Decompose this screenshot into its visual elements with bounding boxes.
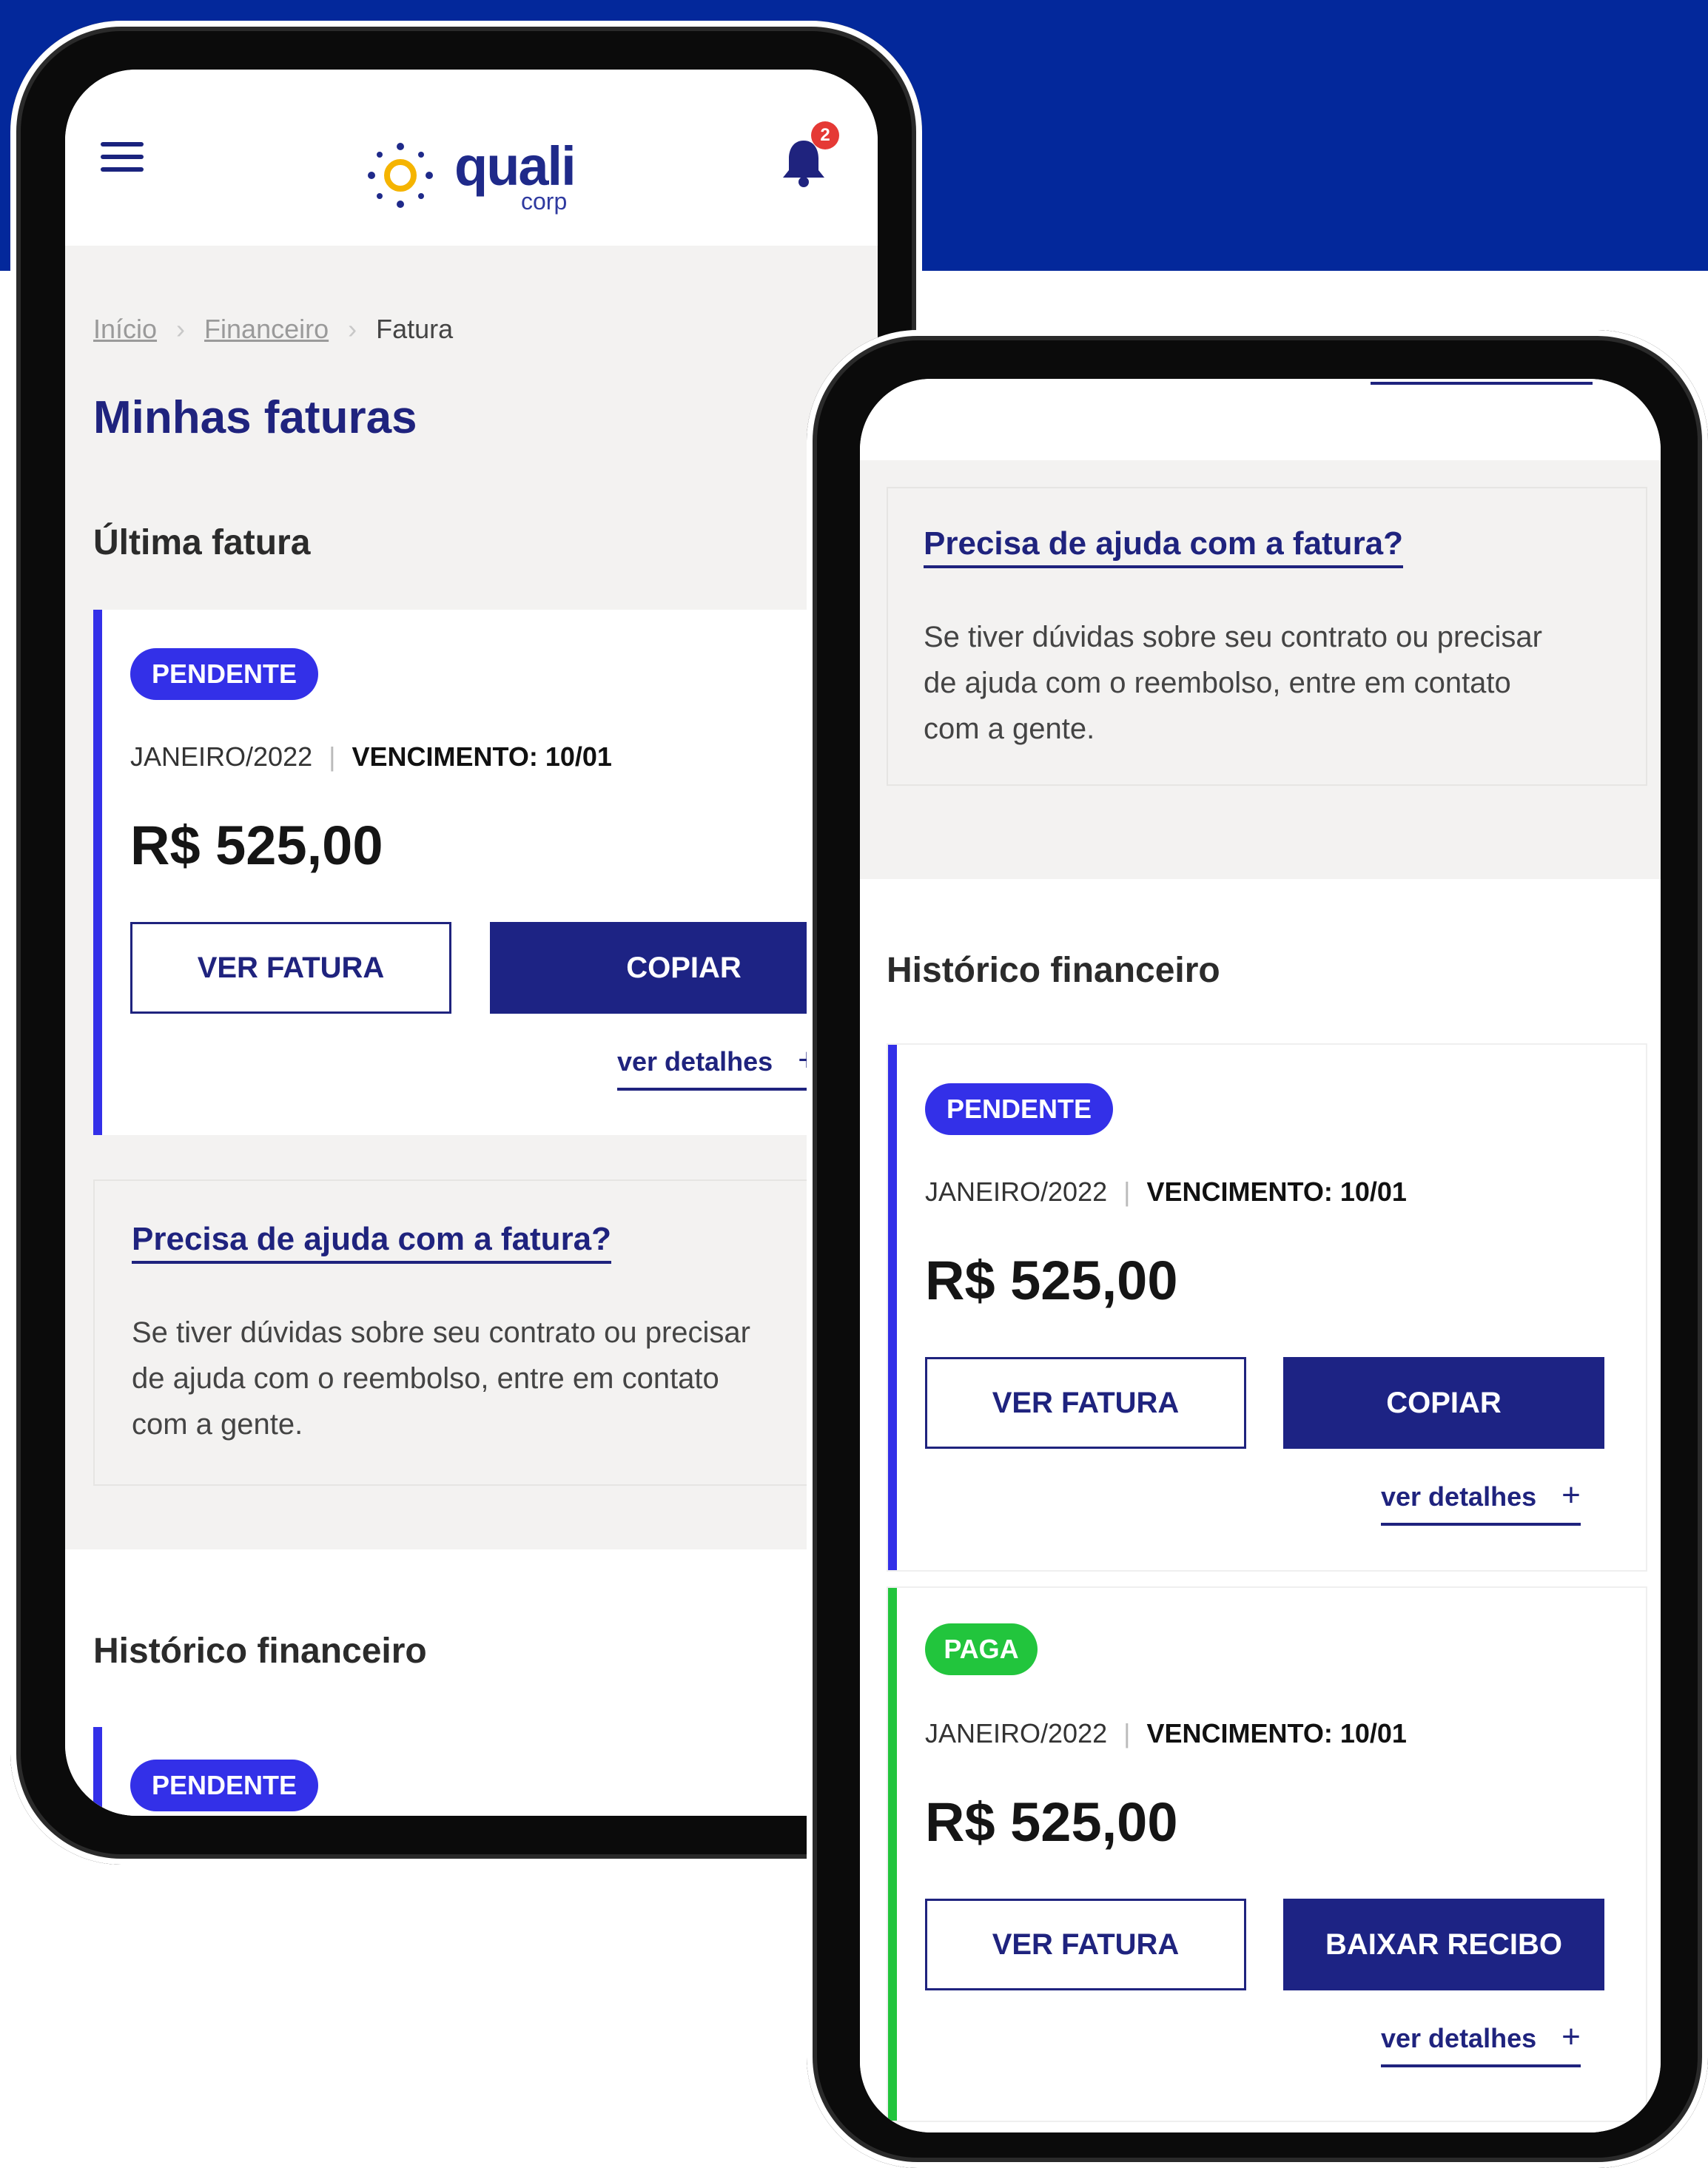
invoice-period: JANEIRO/2022 <box>925 1176 1108 1207</box>
invoice-meta: JANEIRO/2022 | VENCIMENTO: 10/01 <box>130 741 612 772</box>
copy-code-button[interactable]: COPIAR <box>1283 1357 1604 1449</box>
app-header: quali corp 2 <box>65 70 878 246</box>
phone-mockup-right: Precisa de ajuda com a fatura? Se tiver … <box>807 330 1708 2168</box>
help-text: Se tiver dúvidas sobre seu contrato ou p… <box>924 621 1542 745</box>
invoice-meta: JANEIRO/2022 | VENCIMENTO: 10/01 <box>925 1718 1407 1748</box>
status-stripe <box>888 1588 897 2121</box>
history-heading: Histórico financeiro <box>93 1632 427 1671</box>
view-details-link[interactable]: ver detalhes+ <box>617 1042 817 1091</box>
status-badge-paid: PAGA <box>925 1623 1038 1675</box>
scrolled-card-bottom <box>860 379 1661 460</box>
status-badge-pending: PENDENTE <box>925 1083 1113 1135</box>
view-invoice-button[interactable]: VER FATURA <box>925 1899 1246 1990</box>
plus-icon: + <box>1561 2019 1581 2055</box>
view-details-label: ver detalhes <box>1381 1481 1537 1512</box>
status-badge-pending: PENDENTE <box>130 1760 318 1811</box>
view-invoice-button[interactable]: VER FATURA <box>130 922 451 1014</box>
help-link[interactable]: Precisa de ajuda com a fatura? <box>924 525 1404 568</box>
qualicorp-logo: quali corp <box>367 135 596 223</box>
help-link[interactable]: Precisa de ajuda com a fatura? <box>132 1221 612 1264</box>
view-invoice-button[interactable]: VER FATURA <box>925 1357 1246 1449</box>
help-text: Se tiver dúvidas sobre seu contrato ou p… <box>132 1316 750 1441</box>
invoice-amount: R$ 525,00 <box>925 1250 1178 1311</box>
plus-icon: + <box>1561 1477 1581 1513</box>
history-heading: Histórico financeiro <box>887 951 1220 990</box>
chevron-right-icon: › <box>176 314 186 344</box>
invoice-due-date: VENCIMENTO: 10/01 <box>1146 1718 1407 1748</box>
invoice-due-date: VENCIMENTO: 10/01 <box>1146 1176 1407 1207</box>
history-section: Histórico financeiro PENDENTE <box>65 1549 878 1816</box>
logo-sub: corp <box>521 188 568 215</box>
history-invoice-card-pending: PENDENTE JANEIRO/2022 | VENCIMENTO: 10/01 … <box>887 1043 1647 1572</box>
chevron-right-icon: › <box>348 314 357 344</box>
status-badge-pending: PENDENTE <box>130 648 318 700</box>
view-details-label: ver detalhes <box>1381 2023 1537 2053</box>
last-invoice-heading: Última fatura <box>93 523 311 562</box>
phone-screen-right: Precisa de ajuda com a fatura? Se tiver … <box>860 379 1661 2132</box>
phone-screen-left: quali corp 2 Início › Financeiro › Fatura Mi… <box>65 70 878 1816</box>
breadcrumb-current: Fatura <box>376 314 454 344</box>
view-details-link[interactable]: ver detalhes + <box>1381 2019 1581 2067</box>
invoice-period: JANEIRO/2022 <box>925 1718 1108 1748</box>
status-stripe <box>860 379 869 411</box>
page-title: Minhas faturas <box>93 392 417 443</box>
details-underline <box>1371 382 1593 385</box>
sun-logo-icon <box>368 143 433 208</box>
view-details-label: ver detalhes <box>617 1046 773 1077</box>
invoice-amount: R$ 525,00 <box>925 1791 1178 1853</box>
last-invoice-card: PENDENTE JANEIRO/2022 | VENCIMENTO: 10/01 … <box>93 610 878 1135</box>
status-stripe <box>93 1727 102 1816</box>
status-stripe <box>93 610 102 1135</box>
help-box: Precisa de ajuda com a fatura? Se tiver … <box>887 487 1647 786</box>
breadcrumb-link-financeiro[interactable]: Financeiro <box>204 314 329 344</box>
invoice-period: JANEIRO/2022 <box>130 741 313 772</box>
invoice-meta: JANEIRO/2022 | VENCIMENTO: 10/01 <box>925 1176 1407 1207</box>
breadcrumb-link-inicio[interactable]: Início <box>93 314 157 344</box>
phone-mockup-left: quali corp 2 Início › Financeiro › Fatura Mi… <box>10 21 922 1865</box>
history-invoice-card: PENDENTE <box>93 1727 878 1816</box>
invoice-due-date: VENCIMENTO: 10/01 <box>352 741 612 772</box>
view-details-link[interactable]: ver detalhes + <box>1381 1477 1581 1526</box>
hamburger-menu-icon[interactable] <box>101 142 144 172</box>
download-receipt-button[interactable]: BAIXAR RECIBO <box>1283 1899 1604 1990</box>
help-box: Precisa de ajuda com a fatura? Se tiver … <box>93 1179 878 1486</box>
invoice-amount: R$ 525,00 <box>130 815 383 876</box>
notification-count-badge: 2 <box>811 121 839 149</box>
breadcrumb: Início › Financeiro › Fatura <box>93 314 453 345</box>
status-stripe <box>888 1045 897 1570</box>
history-invoice-card-paid: PAGA JANEIRO/2022 | VENCIMENTO: 10/01 R$ 5… <box>887 1586 1647 2122</box>
history-section: Histórico financeiro PENDENTE JANEIRO/20… <box>860 879 1661 2132</box>
